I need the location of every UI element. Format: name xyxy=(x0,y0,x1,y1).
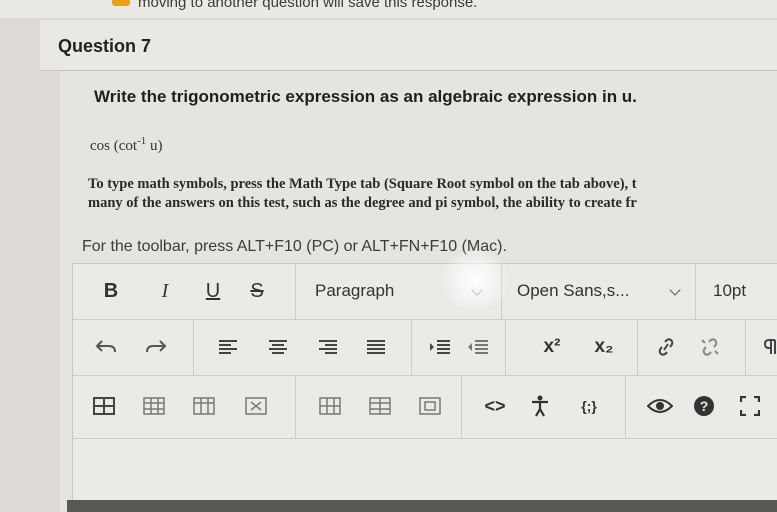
align-center-button[interactable] xyxy=(263,330,293,364)
link-icon xyxy=(658,338,674,356)
unlink-icon xyxy=(701,338,719,356)
help-icon: ? xyxy=(694,396,714,416)
insert-row-button[interactable] xyxy=(313,389,347,423)
font-size-select[interactable]: 10pt xyxy=(695,264,777,319)
overflow-group xyxy=(745,319,777,375)
editor-content-area[interactable] xyxy=(73,439,777,502)
block-format-value: Paragraph xyxy=(315,281,395,300)
font-size-value: 10pt xyxy=(713,281,747,300)
eye-icon xyxy=(647,399,673,413)
table-cell-icon xyxy=(245,397,267,415)
align-right-button[interactable] xyxy=(313,330,343,364)
row-insert-icon xyxy=(319,397,341,415)
subscript-button[interactable]: x₂ xyxy=(587,330,621,364)
italic-button[interactable]: I xyxy=(153,274,177,308)
insert-link-button[interactable] xyxy=(651,330,681,364)
accessibility-icon xyxy=(532,395,548,417)
redo-button[interactable] xyxy=(141,330,171,364)
history-group xyxy=(73,319,194,375)
script-group: x² x₂ xyxy=(505,319,638,375)
paragraph-direction-button[interactable] xyxy=(755,330,777,364)
insert-group: <> {;} xyxy=(461,375,626,438)
paragraph-icon xyxy=(763,339,776,354)
underline-button[interactable]: U xyxy=(201,274,225,308)
question-header: Question 7 xyxy=(40,20,777,71)
merge-cells-button[interactable] xyxy=(413,389,447,423)
help-button[interactable]: ? xyxy=(687,389,721,423)
shortcuts-button[interactable]: {;} xyxy=(567,389,611,423)
chevron-down-icon xyxy=(471,284,483,296)
table-properties-button[interactable] xyxy=(137,389,171,423)
table-group-2 xyxy=(295,375,462,438)
align-right-icon xyxy=(319,340,337,354)
math-prefix: cos (cot xyxy=(90,138,138,154)
question-title: Question 7 xyxy=(58,36,152,56)
top-notice-text: moving to another question will save thi… xyxy=(138,0,478,11)
fullscreen-icon xyxy=(740,396,760,416)
top-notice-strip: moving to another question will save thi… xyxy=(0,0,777,18)
undo-icon xyxy=(95,340,116,353)
unlink-button[interactable] xyxy=(695,330,725,364)
math-superscript: -1 xyxy=(137,135,147,147)
table-group-1 xyxy=(73,375,296,438)
indent-icon xyxy=(430,340,450,354)
insert-table-button[interactable] xyxy=(87,389,121,423)
bold-button[interactable]: B xyxy=(99,274,123,308)
superscript-button[interactable]: x² xyxy=(535,330,569,364)
indent-button[interactable] xyxy=(425,330,455,364)
text-format-group: B I U S xyxy=(73,264,296,319)
chevron-down-icon xyxy=(669,284,681,296)
svg-text:?: ? xyxy=(700,398,709,414)
preview-button[interactable] xyxy=(643,389,677,423)
column-insert-icon xyxy=(369,397,391,415)
html-code-button[interactable]: <> xyxy=(475,389,515,423)
outdent-icon xyxy=(468,340,488,354)
rich-text-editor: B I U S Paragraph Open Sans,s... 10pt x²… xyxy=(72,263,777,503)
alignment-group xyxy=(193,319,412,375)
bottom-dark-bar xyxy=(67,500,777,512)
outdent-button[interactable] xyxy=(463,330,493,364)
warning-icon xyxy=(112,0,130,6)
link-group xyxy=(637,319,746,375)
toolbar-hint: For the toolbar, press ALT+F10 (PC) or A… xyxy=(82,238,507,255)
question-prompt: Write the trigonometric expression as an… xyxy=(94,87,637,106)
instructions-line-2: many of the answers on this test, such a… xyxy=(88,195,637,211)
delete-table-button[interactable] xyxy=(187,389,221,423)
table-icon xyxy=(93,397,115,415)
align-center-icon xyxy=(269,340,287,354)
table-delete-icon xyxy=(193,397,215,415)
toolbar-row-1: B I U S Paragraph Open Sans,s... 10pt xyxy=(73,264,777,320)
accessibility-button[interactable] xyxy=(523,389,557,423)
instructions: To type math symbols, press the Math Typ… xyxy=(88,175,637,213)
align-justify-icon xyxy=(367,340,385,354)
undo-button[interactable] xyxy=(91,330,121,364)
view-group: ? xyxy=(625,375,777,438)
instructions-line-1: To type math symbols, press the Math Typ… xyxy=(88,176,637,192)
merge-cells-icon xyxy=(419,397,441,415)
table-grid-icon xyxy=(143,397,165,415)
align-left-button[interactable] xyxy=(213,330,243,364)
redo-icon xyxy=(146,340,167,353)
indent-group xyxy=(411,319,506,375)
toolbar-row-3: <> {;} ? xyxy=(73,375,777,439)
table-cell-button[interactable] xyxy=(239,389,273,423)
font-family-select[interactable]: Open Sans,s... xyxy=(501,264,696,319)
align-justify-button[interactable] xyxy=(361,330,391,364)
strikethrough-button[interactable]: S xyxy=(245,274,269,308)
align-left-icon xyxy=(219,340,237,354)
math-suffix: u) xyxy=(146,138,163,154)
font-family-value: Open Sans,s... xyxy=(517,281,630,300)
math-expression: cos (cot-1 u) xyxy=(90,135,163,155)
fullscreen-button[interactable] xyxy=(733,389,767,423)
toolbar-row-2: x² x₂ xyxy=(73,319,777,376)
insert-column-button[interactable] xyxy=(363,389,397,423)
block-format-select[interactable]: Paragraph xyxy=(295,264,502,319)
